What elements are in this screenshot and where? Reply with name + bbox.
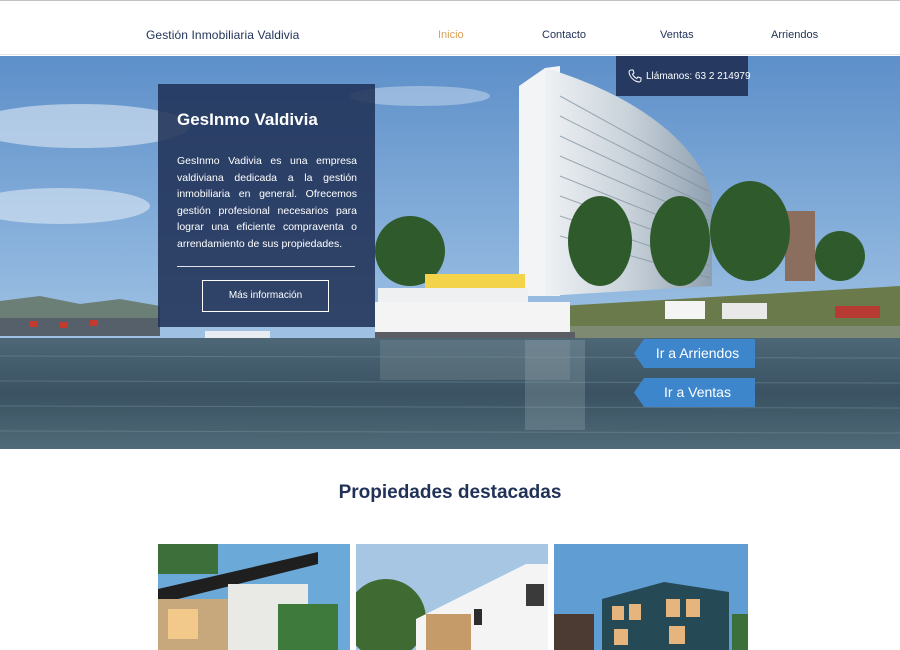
phone-icon [628,69,642,83]
site-header: Gestión Inmobiliaria Valdivia Inicio Con… [0,1,900,55]
phone-tab[interactable]: Llámanos: 63 2 214979 [616,56,751,96]
property-card[interactable] [158,544,350,650]
property-photo [356,544,548,650]
ventas-button-label: Ir a Ventas [664,384,731,400]
phone-label: Llámanos: 63 2 214979 [646,71,751,82]
property-card[interactable] [554,544,748,650]
arriendos-button-label: Ir a Arriendos [655,345,740,361]
intro-title: GesInmo Valdivia [177,110,318,129]
intro-panel: GesInmo Valdivia GesInmo Vadivia es una … [158,84,375,327]
site-brand[interactable]: Gestión Inmobiliaria Valdivia [146,28,299,42]
nav-inicio[interactable]: Inicio [438,29,464,41]
hero-photo [0,56,900,449]
intro-description: GesInmo Vadivia es una empresa valdivian… [177,155,357,250]
nav-ventas[interactable]: Ventas [660,29,694,41]
nav-contacto[interactable]: Contacto [542,29,586,41]
more-info-button[interactable]: Más información [202,280,329,312]
ventas-button[interactable]: Ir a Ventas [634,378,755,407]
intro-divider [177,266,355,267]
featured-title: Propiedades destacadas [338,482,562,503]
hero-banner [0,56,900,449]
property-photo [158,544,350,650]
property-card[interactable] [356,544,548,650]
arriendos-button[interactable]: Ir a Arriendos [634,339,755,368]
property-photo [554,544,748,650]
nav-arriendos[interactable]: Arriendos [771,29,818,41]
